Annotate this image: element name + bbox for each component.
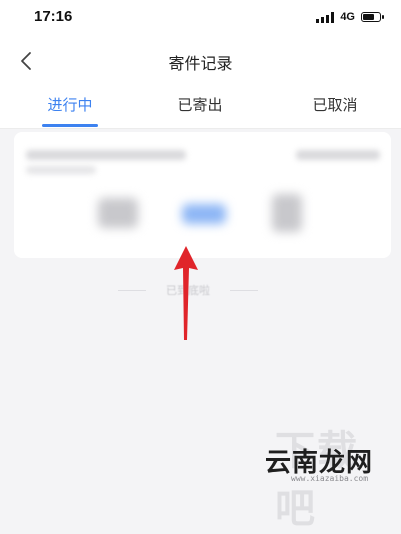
signal-icon <box>316 11 335 23</box>
active-tab-indicator <box>42 124 98 127</box>
blurred-route-indicator <box>182 204 226 224</box>
status-time: 17:16 <box>34 8 73 25</box>
blurred-order-info <box>26 150 186 160</box>
blurred-order-status <box>296 150 380 160</box>
divider <box>118 289 146 291</box>
divider <box>230 289 258 291</box>
tab-cancelled[interactable]: 已取消 <box>290 94 380 115</box>
tab-bar: 进行中 已寄出 已取消 <box>0 84 401 129</box>
page-title: 寄件记录 <box>168 54 233 73</box>
status-bar: 17:16 4G <box>0 0 401 36</box>
watermark: 下载吧 云南龙网 www.xiazaiba.com <box>253 418 393 532</box>
network-type: 4G <box>340 11 355 23</box>
blurred-sender-info <box>98 198 138 228</box>
blurred-receiver-info <box>272 194 302 232</box>
blurred-order-subinfo <box>26 166 96 174</box>
tab-in-progress[interactable]: 进行中 <box>25 94 115 115</box>
status-indicators: 4G <box>316 11 384 23</box>
battery-icon <box>361 12 384 22</box>
watermark-url: www.xiazaiba.com <box>291 474 369 483</box>
shipment-record-card[interactable] <box>14 132 391 258</box>
navigation-bar: 寄件记录 <box>0 36 401 84</box>
red-arrow-annotation <box>174 246 198 340</box>
tab-sent[interactable]: 已寄出 <box>155 94 245 115</box>
